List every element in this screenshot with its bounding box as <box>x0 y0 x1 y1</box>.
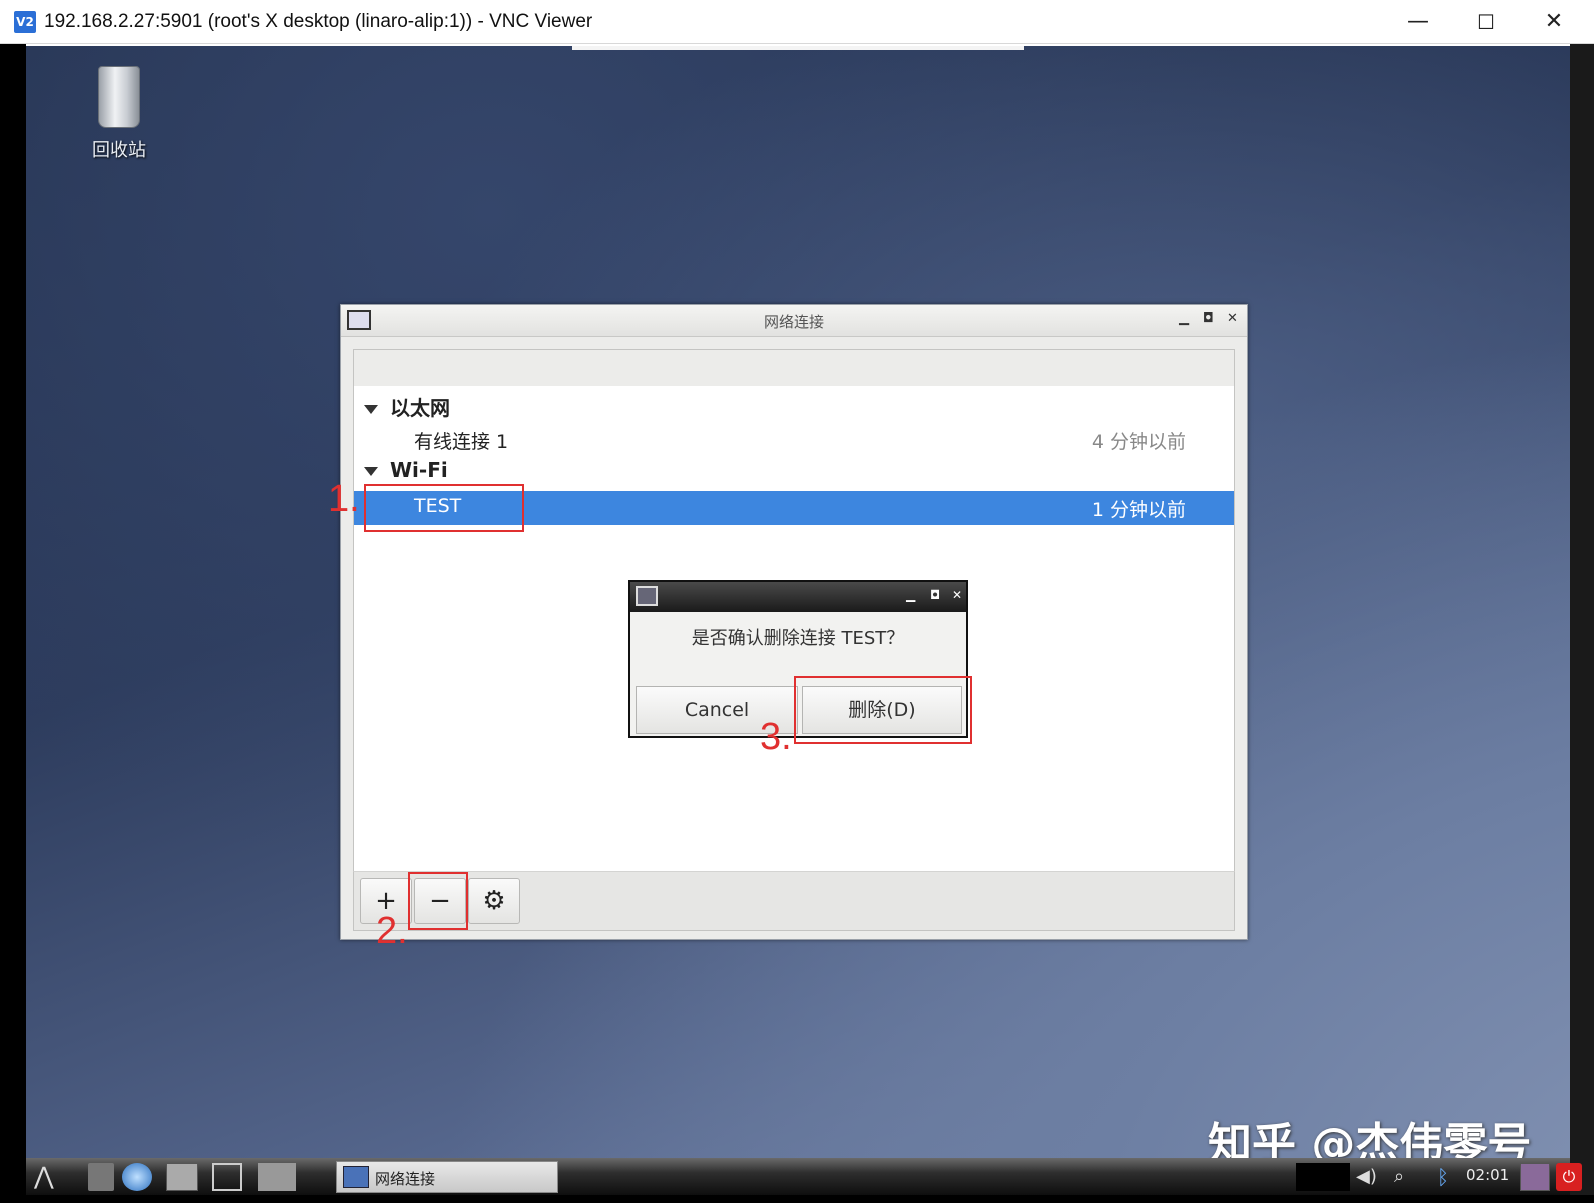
top-panel-strip <box>572 46 1024 50</box>
vnc-logo-icon: V2 <box>14 11 36 33</box>
dialog-maximize-button[interactable]: ◘ <box>930 588 940 602</box>
taskbar-separator <box>258 1163 296 1191</box>
show-desktop-icon[interactable] <box>212 1163 242 1191</box>
minimize-button[interactable]: — <box>1398 6 1438 38</box>
network-icon <box>343 1166 369 1188</box>
annotation-step-2: 2. <box>376 910 408 952</box>
nm-toolbar: + − ⚙ <box>353 871 1235 931</box>
connection-time: 4 分钟以前 <box>1091 431 1186 453</box>
annotation-step-1: 1. <box>328 478 360 520</box>
connection-time: 1 分钟以前 <box>1091 499 1186 521</box>
close-button[interactable]: ✕ <box>1534 6 1574 38</box>
power-icon[interactable]: ⏻ <box>1556 1163 1582 1191</box>
dialog-close-button[interactable]: ✕ <box>952 588 962 602</box>
trash-desktop-icon[interactable]: 回收站 <box>86 66 152 162</box>
dialog-titlebar: ▁ ◘ ✕ <box>630 582 966 612</box>
start-menu-icon[interactable]: ⋀ <box>34 1163 78 1191</box>
nm-titlebar: 网络连接 ▁ ◘ ✕ <box>341 305 1247 337</box>
edit-connection-button[interactable]: ⚙ <box>468 878 520 924</box>
connection-row-wired[interactable]: 有线连接 1 4 分钟以前 <box>354 423 1234 457</box>
browser-icon[interactable] <box>122 1163 152 1191</box>
annotation-box-3 <box>794 676 972 744</box>
annotation-box-1 <box>364 484 524 532</box>
maximize-button[interactable]: ☐ <box>1466 6 1506 38</box>
group-ethernet[interactable]: 以太网 <box>364 392 450 421</box>
dialog-message: 是否确认删除连接 TEST？ <box>691 628 905 649</box>
tray-blank-area <box>1296 1163 1350 1191</box>
group-label: 以太网 <box>390 396 450 420</box>
annotation-box-2 <box>408 872 468 930</box>
taskbar-window-button[interactable]: 网络连接 <box>336 1161 558 1193</box>
windows-switch-icon[interactable] <box>166 1163 198 1191</box>
bluetooth-icon[interactable]: ᛒ <box>1430 1163 1456 1191</box>
window-title: 192.168.2.27:5901 (root's X desktop (lin… <box>44 11 593 32</box>
vnc-titlebar: V2 192.168.2.27:5901 (root's X desktop (… <box>0 0 1594 44</box>
dialog-minimize-button[interactable]: ▁ <box>906 588 915 602</box>
file-manager-icon[interactable] <box>88 1163 114 1191</box>
frame-right <box>1570 44 1594 1203</box>
network-tray-icon[interactable]: ⌕ <box>1394 1163 1422 1191</box>
connection-name: 有线连接 1 <box>414 431 509 453</box>
nm-maximize-button[interactable]: ◘ <box>1203 311 1214 326</box>
trash-icon <box>98 66 140 128</box>
nm-window-title: 网络连接 <box>763 313 824 331</box>
group-wifi[interactable]: Wi-Fi <box>364 458 448 482</box>
group-label: Wi-Fi <box>390 458 448 482</box>
list-header <box>354 350 1234 386</box>
nm-close-button[interactable]: ✕ <box>1227 311 1238 326</box>
expander-arrow-icon <box>364 405 378 414</box>
clock[interactable]: 02:01 <box>1466 1166 1509 1184</box>
taskbar: ⋀ 网络连接 ◀) ⌕ ᛒ 02:01 ⏻ <box>26 1158 1582 1195</box>
screen-lock-icon[interactable] <box>1520 1163 1550 1191</box>
dialog-app-icon <box>636 586 658 606</box>
nm-minimize-button[interactable]: ▁ <box>1179 311 1189 326</box>
taskbar-window-label: 网络连接 <box>375 1170 436 1188</box>
frame-left <box>0 44 26 1203</box>
frame-bottom <box>0 1195 1594 1203</box>
annotation-step-3: 3. <box>760 716 792 758</box>
volume-icon[interactable]: ◀) <box>1356 1163 1386 1191</box>
expander-arrow-icon <box>364 467 378 476</box>
trash-label: 回收站 <box>92 140 146 161</box>
